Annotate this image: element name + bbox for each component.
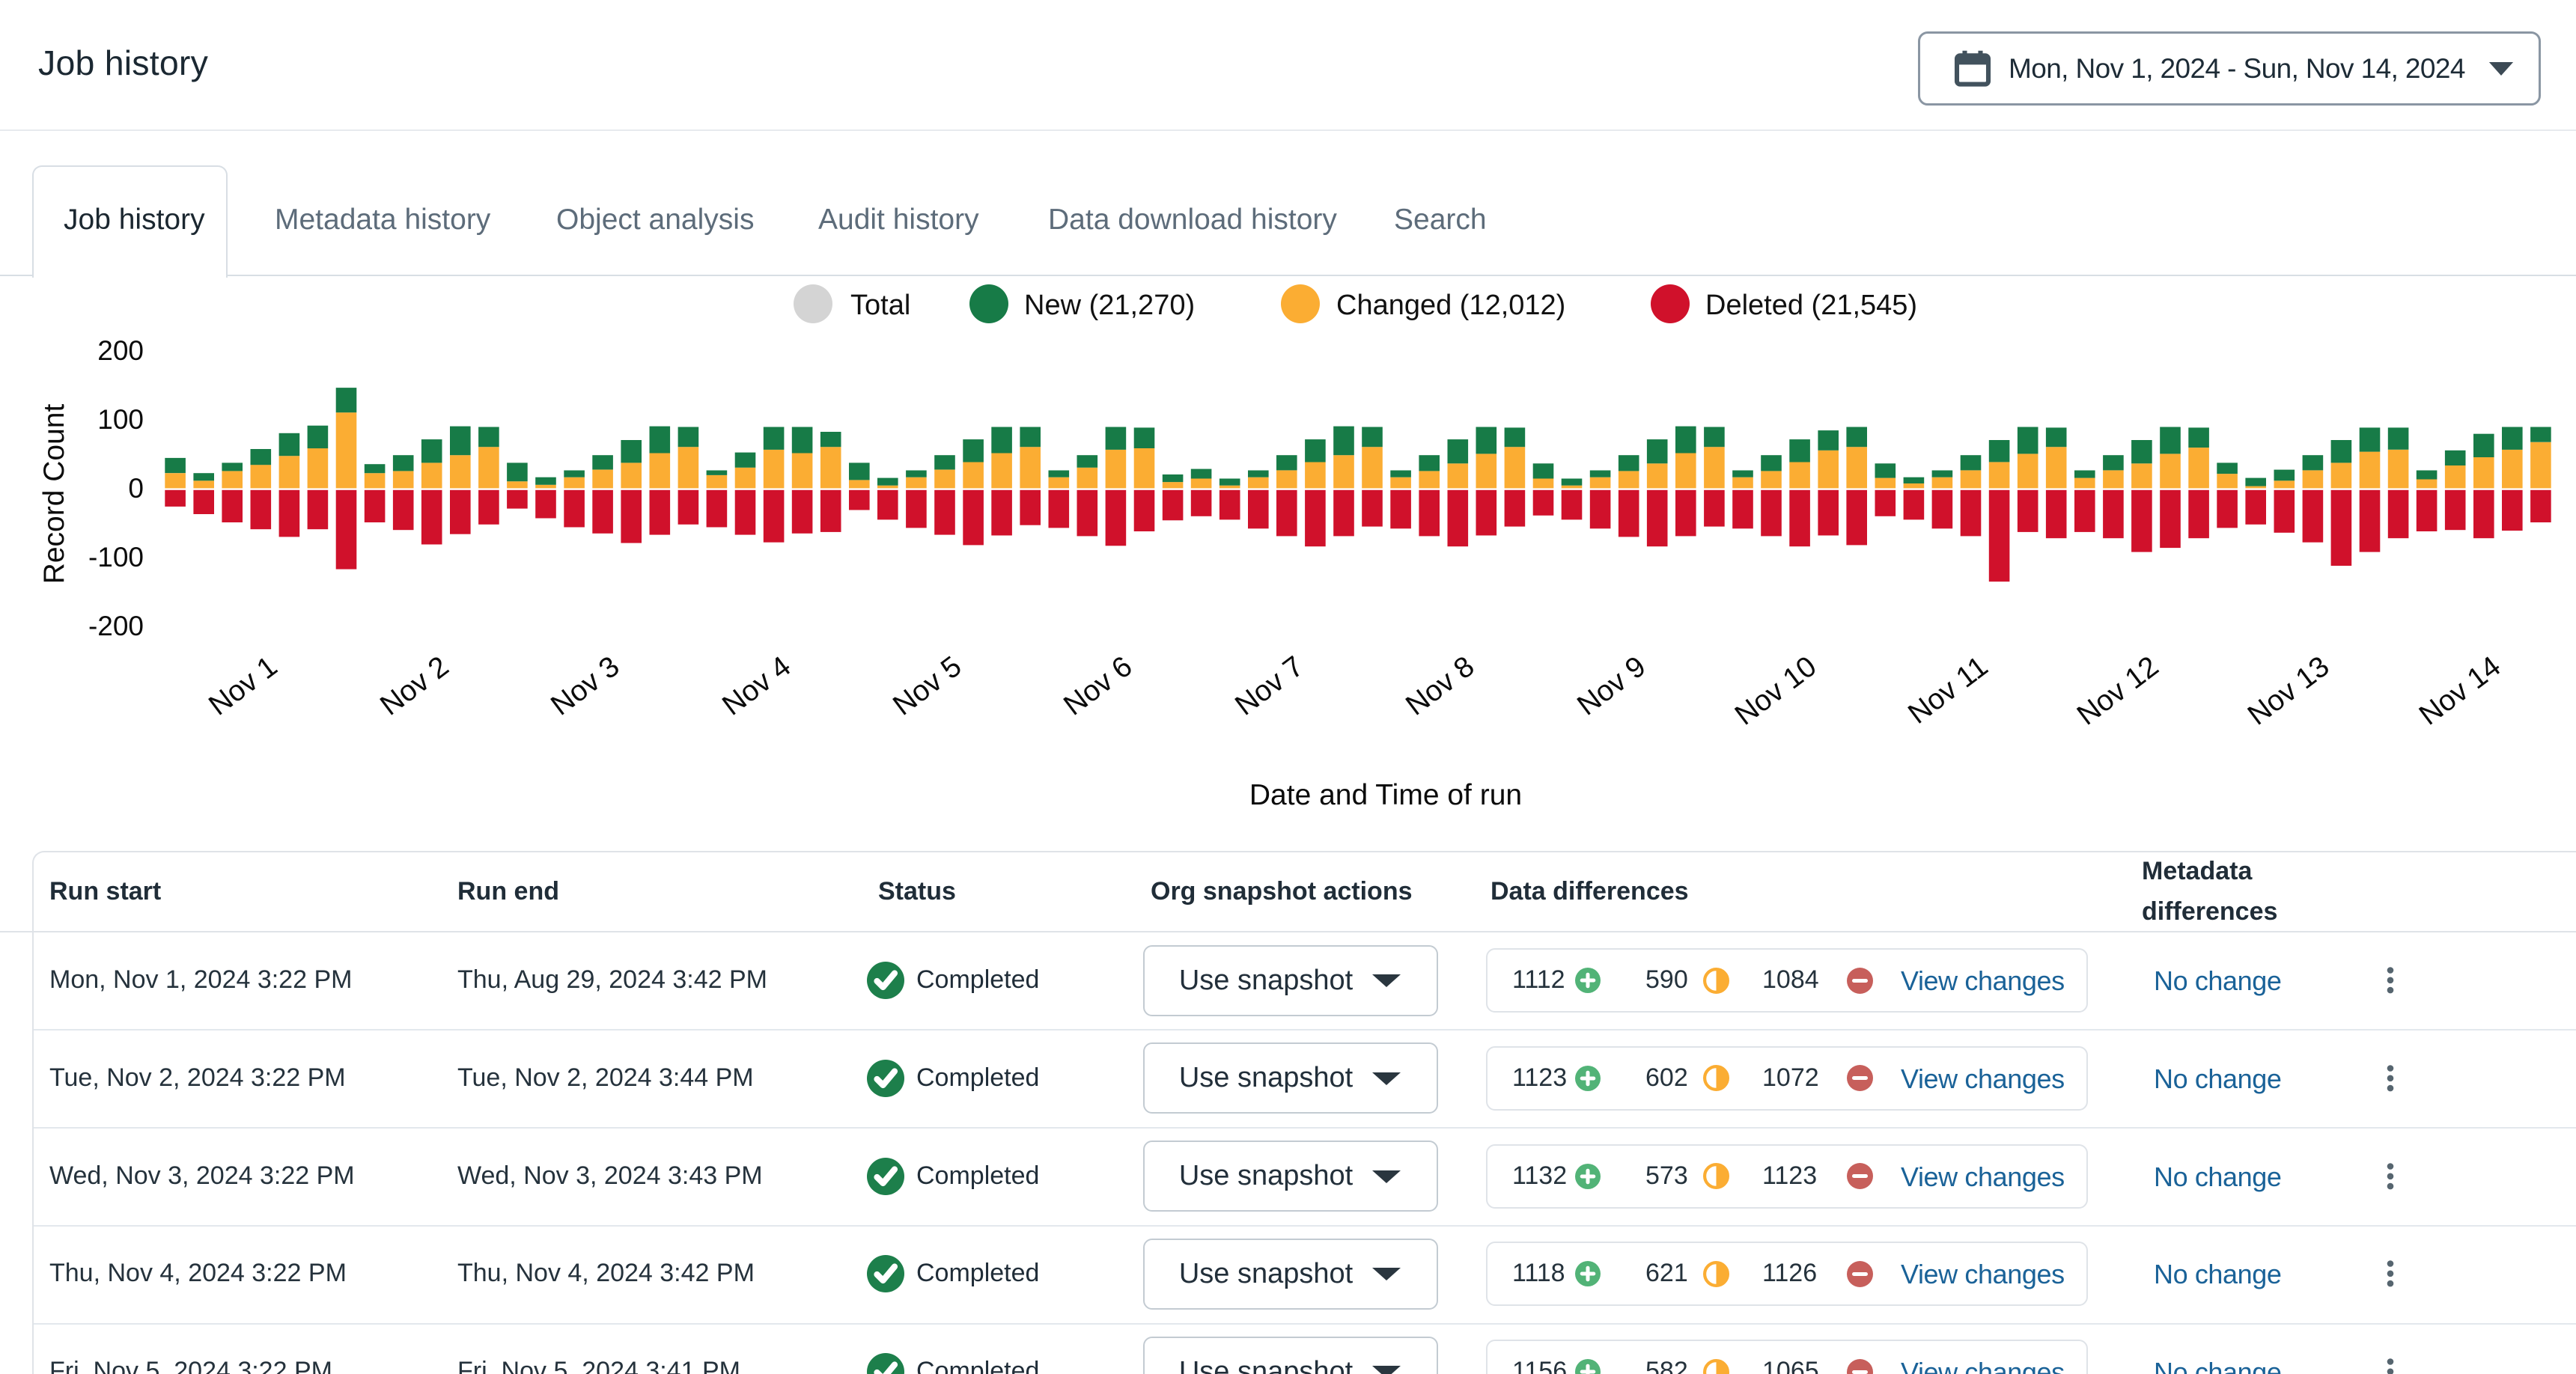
- svg-text:Nov 6: Nov 6: [1058, 650, 1138, 722]
- svg-text:Nov 8: Nov 8: [1400, 650, 1480, 722]
- svg-text:-200: -200: [88, 611, 144, 641]
- svg-text:Nov 1: Nov 1: [203, 650, 283, 722]
- svg-text:200: 200: [97, 335, 144, 366]
- svg-text:Nov 3: Nov 3: [545, 650, 625, 722]
- svg-text:Nov 7: Nov 7: [1229, 650, 1309, 722]
- svg-text:Nov 9: Nov 9: [1571, 650, 1651, 722]
- svg-text:0: 0: [128, 473, 144, 504]
- svg-text:Nov 10: Nov 10: [1729, 650, 1823, 732]
- svg-text:-100: -100: [88, 542, 144, 572]
- svg-text:Nov 2: Nov 2: [374, 650, 454, 722]
- svg-text:Nov 11: Nov 11: [1902, 650, 1994, 730]
- svg-text:Record Count: Record Count: [38, 404, 70, 584]
- svg-text:New (21,270): New (21,270): [1024, 290, 1195, 321]
- svg-text:Nov 4: Nov 4: [716, 650, 797, 722]
- svg-text:Changed (12,012): Changed (12,012): [1336, 290, 1565, 321]
- svg-text:100: 100: [97, 404, 144, 435]
- svg-text:Date and Time of run: Date and Time of run: [1249, 779, 1522, 811]
- svg-text:Nov 14: Nov 14: [2414, 650, 2507, 732]
- svg-text:Deleted (21,545): Deleted (21,545): [1705, 290, 1917, 321]
- svg-text:Total: Total: [850, 290, 910, 321]
- svg-text:Nov 5: Nov 5: [887, 650, 967, 722]
- svg-text:Nov 13: Nov 13: [2242, 650, 2336, 732]
- svg-text:Nov 12: Nov 12: [2071, 650, 2165, 732]
